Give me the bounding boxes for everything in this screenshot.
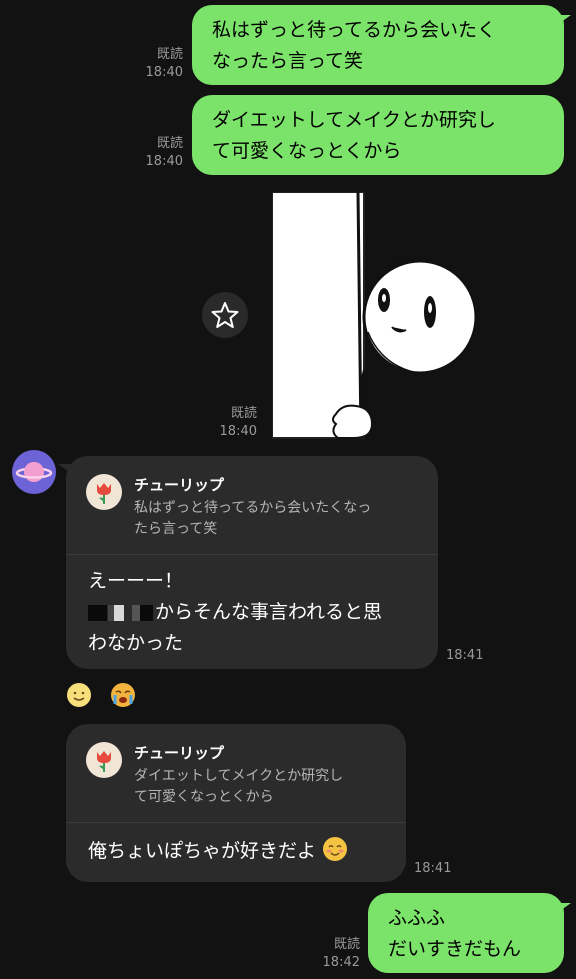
message-text: 俺ちょいぽちゃが好きだよ <box>88 836 348 867</box>
incoming-message[interactable]: チューリップ 私はずっと待ってるから会いたくなっ たら言って笑 えーーー！ から… <box>58 456 438 669</box>
favorite-star-button[interactable] <box>202 292 248 338</box>
reaction-smile[interactable] <box>66 682 92 708</box>
tulip-icon <box>97 751 111 772</box>
reply-avatar <box>86 474 122 510</box>
redacted-name-block <box>88 604 153 621</box>
reply-quote[interactable]: チューリップ ダイエットしてメイクとか研究し て可愛くなっとくから <box>66 724 406 823</box>
outgoing-message[interactable]: ふふふ だいすきだもん <box>368 893 571 973</box>
message-time: 18:41 <box>414 861 452 876</box>
read-receipt: 既読 18:40 <box>219 406 257 439</box>
outgoing-message[interactable]: 私はずっと待ってるから会いたく なったら言って笑 <box>192 5 571 85</box>
crying-emoji-icon <box>111 683 135 707</box>
read-receipt: 既読 18:40 <box>145 136 183 169</box>
smile-emoji-icon <box>67 683 91 707</box>
reply-quote[interactable]: チューリップ 私はずっと待ってるから会いたくなっ たら言って笑 <box>66 456 438 555</box>
planet-icon <box>15 462 53 482</box>
tulip-icon <box>97 483 111 504</box>
reply-text: ダイエットしてメイクとか研究し て可愛くなっとくから <box>134 768 344 805</box>
read-receipt: 既読 18:42 <box>322 937 360 970</box>
peeking-character-sticker <box>271 191 478 439</box>
message-time: 18:41 <box>446 648 484 663</box>
sticker-image[interactable] <box>271 191 482 440</box>
outgoing-message[interactable]: ダイエットしてメイクとか研究し て可愛くなっとくから <box>192 95 564 175</box>
contact-avatar[interactable] <box>12 450 56 494</box>
reply-text: 私はずっと待ってるから会いたくなっ たら言って笑 <box>134 500 372 537</box>
reply-avatar <box>86 742 122 778</box>
reply-sender-name: チューリップ <box>134 744 225 762</box>
smiling-blush-emoji-icon <box>323 837 348 861</box>
reply-sender-name: チューリップ <box>134 476 225 494</box>
star-icon <box>211 302 239 328</box>
reaction-cry[interactable] <box>110 682 136 708</box>
read-receipt: 既読 18:40 <box>145 47 183 80</box>
message-text: えーーー！ からそんな事言われると思 わなかった <box>88 570 383 654</box>
incoming-message[interactable]: チューリップ ダイエットしてメイクとか研究し て可愛くなっとくから 俺ちょいぽち… <box>66 724 406 882</box>
